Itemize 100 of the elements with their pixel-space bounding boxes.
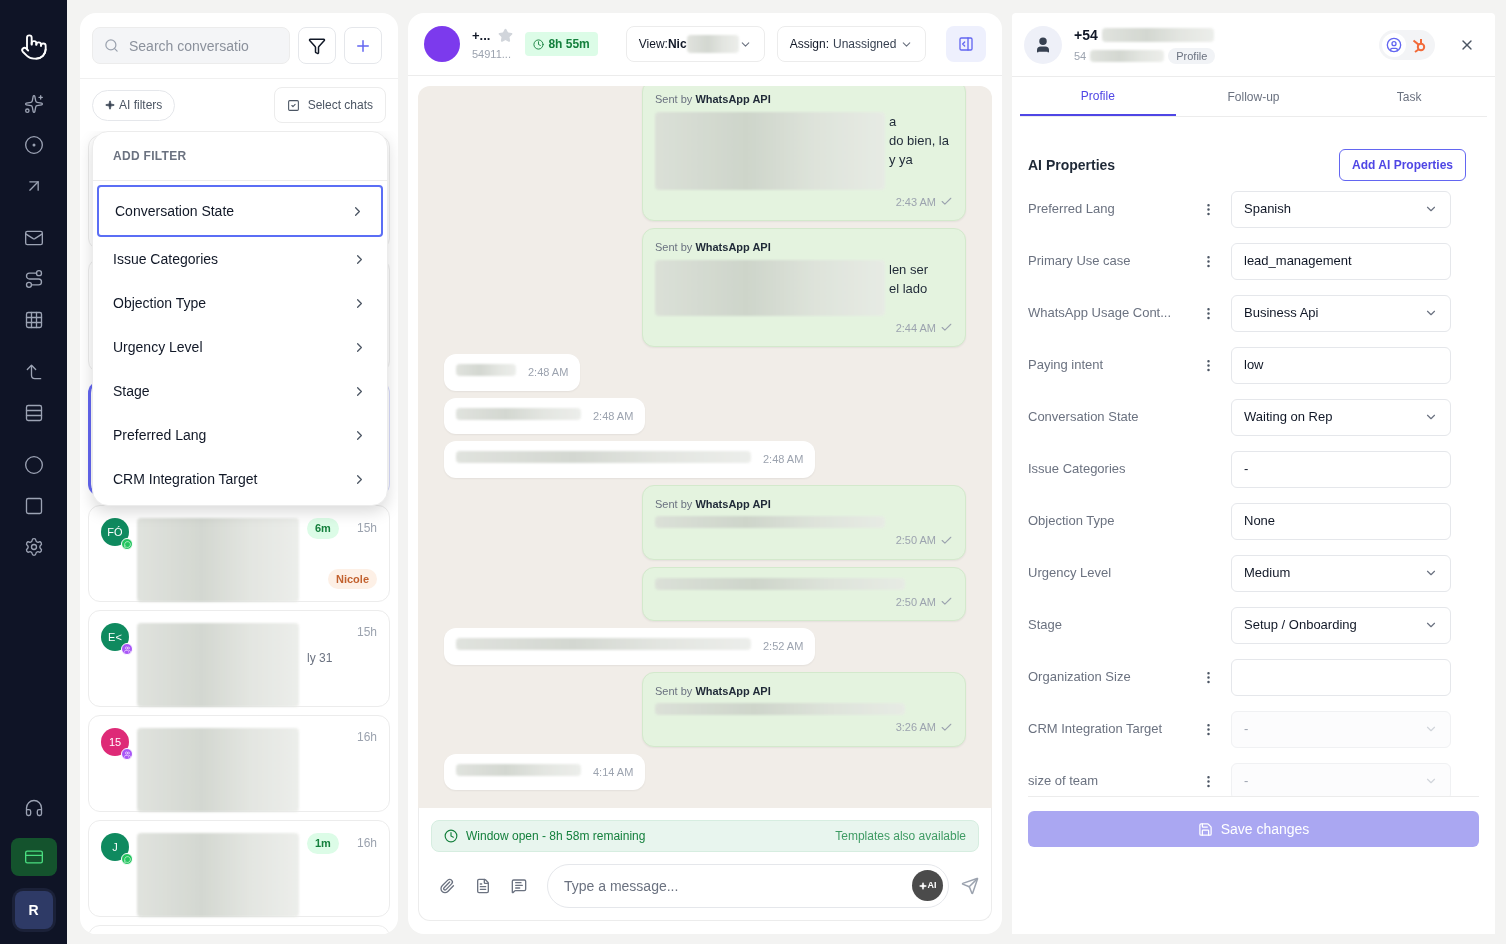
filter-option[interactable]: Objection Type [97, 281, 383, 325]
profile-tab[interactable]: Profile [1020, 77, 1176, 116]
route-icon [23, 269, 44, 289]
star-icon[interactable] [498, 28, 514, 44]
contact-avatar: FÓ [101, 518, 129, 546]
add-button[interactable] [344, 27, 382, 64]
filter-option[interactable]: Preferred Lang [97, 413, 383, 457]
sparkle-icon [918, 881, 927, 890]
message-time: 2:48 AM [593, 408, 634, 424]
search-field[interactable]: Search conversatio [92, 27, 290, 64]
message-text: el lado [889, 279, 929, 298]
grid-icon [23, 310, 44, 330]
property-select[interactable]: Waiting on Rep [1231, 398, 1451, 436]
property-select[interactable]: Spanish [1231, 190, 1451, 228]
message-text: y ya [889, 150, 914, 169]
document-icon[interactable] [475, 878, 491, 894]
conversation-card[interactable]: FÓ 6m 15h Nicole [88, 505, 390, 602]
headphones-icon [23, 798, 44, 818]
filter-option[interactable]: Urgency Level [97, 325, 383, 369]
chat-bubble-icon [121, 538, 133, 550]
message-time: 2:48 AM [763, 452, 804, 467]
sender-label: Sent by WhatsApp API [655, 496, 772, 512]
property-label: Conversation State [1028, 408, 1140, 427]
property-input[interactable]: None [1231, 502, 1451, 540]
profile-avatar [1024, 25, 1062, 64]
section-title: AI Properties [1028, 155, 1116, 175]
property-label: WhatsApp Usage Cont... [1028, 304, 1173, 323]
contact-avatar: E< [101, 623, 129, 651]
property-input[interactable]: low [1231, 346, 1451, 384]
sender-label: Sent by WhatsApp API [655, 683, 772, 699]
target-icon [23, 135, 44, 155]
assignee-tag: Nicole [328, 568, 377, 589]
message-time: 2:50 AM [895, 594, 936, 610]
sparkle-icon [105, 100, 115, 110]
message-text: a [889, 112, 898, 131]
profile-tab[interactable]: Task [1331, 77, 1487, 116]
panel-toggle-button[interactable] [946, 26, 986, 62]
search-icon [104, 38, 119, 53]
property-label: Organization Size [1028, 668, 1132, 687]
user-avatar[interactable]: R [14, 891, 53, 929]
settings-icon [23, 537, 44, 557]
select-chats-button[interactable]: Select chats [273, 87, 386, 123]
sender-label: Sent by WhatsApp API [655, 92, 772, 107]
message-time: 4:14 AM [593, 764, 634, 780]
view-dropdown[interactable]: View:Nic [625, 26, 765, 62]
message-icon[interactable] [511, 878, 527, 894]
send-icon[interactable] [961, 877, 979, 895]
profile-name: +54 [1074, 25, 1098, 45]
filter-option[interactable]: CRM Integration Target [97, 457, 383, 501]
property-input[interactable]: lead_management [1231, 242, 1451, 280]
conversation-card[interactable]: 15 16h [88, 715, 390, 812]
timer-badge: 8h 55m [525, 32, 598, 56]
message-time: 3:26 AM [895, 720, 936, 735]
property-select[interactable]: Medium [1231, 554, 1451, 592]
sparkles-icon [23, 94, 44, 114]
templates-note: Templates also available [835, 828, 966, 845]
rows-icon [23, 403, 44, 423]
conversation-time: 15h [356, 520, 377, 538]
filter-option[interactable]: Issue Categories [97, 237, 383, 281]
timer-badge: 6m [307, 518, 339, 539]
filter-icon [308, 36, 326, 55]
property-label: Paying intent [1028, 356, 1105, 375]
user-circle-icon[interactable] [1386, 36, 1402, 53]
property-label: CRM Integration Target [1028, 720, 1164, 739]
property-input[interactable] [1231, 658, 1451, 696]
property-input[interactable]: - [1231, 450, 1451, 488]
message-time: 2:52 AM [763, 639, 804, 654]
filter-option[interactable]: Stage [97, 369, 383, 413]
property-label: size of team [1028, 772, 1100, 791]
property-select[interactable]: Setup / Onboarding [1231, 606, 1451, 644]
circle-icon [23, 455, 44, 475]
checkbox-icon [286, 98, 300, 112]
people-icon [121, 748, 133, 760]
nav-button[interactable] [10, 838, 57, 876]
contact-avatar: 15 [101, 728, 129, 756]
ai-button[interactable]: AI [912, 870, 943, 901]
property-label: Issue Categories [1028, 460, 1127, 479]
paperclip-icon[interactable] [439, 878, 455, 894]
property-label: Primary Use case [1028, 252, 1132, 271]
property-select[interactable]: Business Api [1231, 294, 1451, 332]
sender-label: Sent by WhatsApp API [655, 240, 772, 255]
message-text: len ser [889, 260, 929, 279]
contact-avatar [424, 26, 460, 62]
blurred-redaction [456, 364, 516, 376]
blurred-redaction [686, 35, 739, 53]
add-properties-button[interactable]: Add AI Properties [1339, 149, 1466, 181]
profile-tab[interactable]: Follow-up [1175, 77, 1332, 116]
chat-bubble-icon [121, 853, 133, 865]
filter-option[interactable]: Conversation State [97, 185, 383, 237]
message-text: do bien, la [889, 131, 949, 150]
conversation-card[interactable]: E< 15h ly 31 [88, 610, 390, 707]
conversation-card[interactable]: J 1m 16h [88, 820, 390, 917]
property-label: Objection Type [1028, 512, 1116, 531]
assign-dropdown[interactable]: Assign: Unassigned [776, 26, 927, 62]
square-icon [23, 496, 44, 516]
filter-button[interactable] [298, 27, 336, 64]
message-time: 2:48 AM [528, 365, 569, 380]
property-label: Preferred Lang [1028, 200, 1116, 219]
profile-phone: 54 [1074, 48, 1087, 64]
message-preview: ly 31 [307, 650, 334, 667]
